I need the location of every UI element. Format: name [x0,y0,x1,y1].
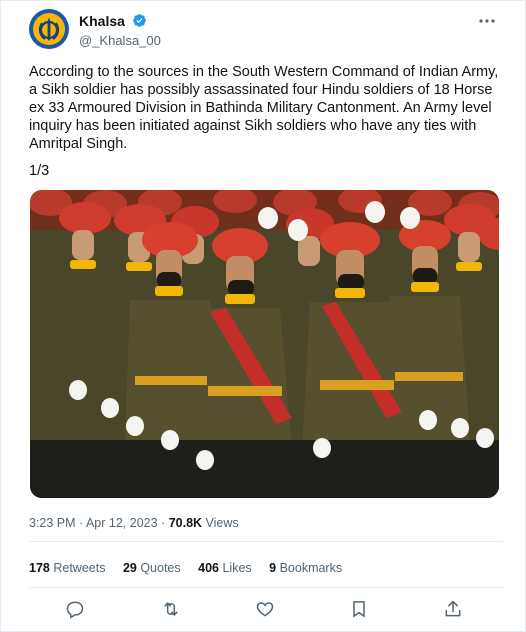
retweet-icon[interactable] [159,597,183,621]
views-count: 70.8K [168,516,203,530]
timestamp[interactable]: 3:23 PM · Apr 12, 2023 · [29,516,165,530]
divider [29,541,503,542]
khanda-emblem-icon [33,13,65,45]
verified-badge-icon [133,14,147,28]
tweet-card: Khalsa @_Khalsa_00 According to the sour… [0,0,526,632]
tweet-meta: 3:23 PM · Apr 12, 2023 · 70.8K Views [29,516,239,530]
stat-quotes[interactable]: 29 Quotes [123,561,181,575]
reply-icon[interactable] [63,597,87,621]
thread-count: 1/3 [29,163,50,179]
display-name[interactable]: Khalsa [79,13,125,29]
handle[interactable]: @_Khalsa_00 [79,33,161,48]
avatar[interactable] [29,9,69,49]
like-icon[interactable] [253,597,277,621]
soldiers-marching-photo[interactable] [30,190,499,498]
stat-likes[interactable]: 406 Likes [198,561,252,575]
engagement-stats: 178 Retweets 29 Quotes 406 Likes 9 Bookm… [29,561,356,575]
bookmark-icon[interactable] [347,597,371,621]
action-bar [29,597,503,621]
share-icon[interactable] [441,597,465,621]
more-options-icon[interactable] [477,11,497,31]
author-names: Khalsa @_Khalsa_00 [79,12,161,48]
stat-retweets[interactable]: 178 Retweets [29,561,105,575]
stat-bookmarks[interactable]: 9 Bookmarks [269,561,342,575]
views-label: Views [205,516,239,530]
tweet-text: According to the sources in the South We… [29,64,503,152]
tweet-header: Khalsa @_Khalsa_00 [29,9,503,49]
divider [29,587,503,588]
